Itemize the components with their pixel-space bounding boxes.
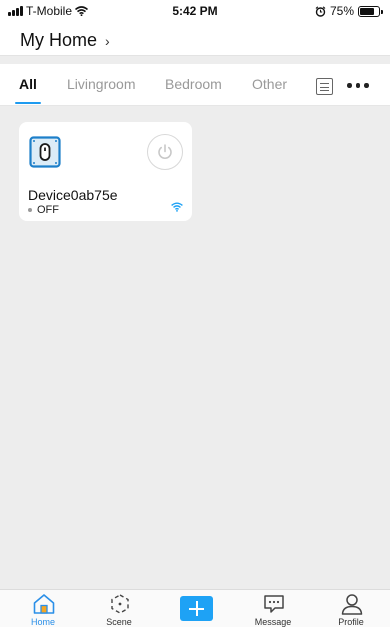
nav-message-label: Message <box>254 617 292 627</box>
home-selector[interactable]: My Home › <box>20 30 110 51</box>
tab-livingroom[interactable]: Livingroom <box>67 76 135 92</box>
message-icon <box>264 595 284 613</box>
chevron-right-icon: › <box>105 32 110 49</box>
scene-icon <box>111 594 129 614</box>
list-icon[interactable] <box>316 78 333 95</box>
nav-home[interactable]: Home <box>8 590 78 627</box>
battery-percent: 75% <box>329 4 354 18</box>
more-icon[interactable] <box>347 83 369 88</box>
alarm-icon <box>315 5 326 17</box>
device-card[interactable]: Device0ab75e OFF <box>19 122 192 221</box>
nav-profile-label: Profile <box>338 617 364 627</box>
status-right: 75% <box>315 4 383 18</box>
status-bar: T-Mobile 5:42 PM 75% <box>0 0 390 24</box>
power-button[interactable] <box>147 134 183 170</box>
home-icon <box>33 594 55 614</box>
room-tabs: All Livingroom Bedroom Other <box>0 64 390 106</box>
home-header: My Home › <box>0 24 390 56</box>
battery-icon <box>358 5 383 17</box>
tab-all[interactable]: All <box>19 76 37 92</box>
nav-scene-label: Scene <box>106 617 132 627</box>
nav-home-label: Home <box>30 617 55 627</box>
tab-other[interactable]: Other <box>252 76 287 92</box>
wifi-icon <box>171 202 183 212</box>
power-icon <box>158 144 172 159</box>
home-title: My Home <box>20 30 98 50</box>
nav-scene[interactable]: Scene <box>84 590 154 627</box>
nav-profile[interactable]: Profile <box>316 590 386 627</box>
active-tab-indicator <box>15 102 41 104</box>
nav-message[interactable]: Message <box>238 590 308 627</box>
app-screen: T-Mobile 5:42 PM 75% My Home › All Livin… <box>0 0 390 627</box>
status-dot <box>28 208 32 212</box>
device-status: OFF <box>28 204 59 216</box>
profile-icon <box>341 594 363 615</box>
device-status-label: OFF <box>37 204 59 216</box>
tab-bedroom[interactable]: Bedroom <box>165 76 222 92</box>
device-name: Device0ab75e <box>28 187 118 203</box>
add-device-button[interactable] <box>180 596 213 621</box>
bottom-nav: Home Scene Message Profile <box>0 589 390 627</box>
smart-plug-icon <box>29 136 61 168</box>
